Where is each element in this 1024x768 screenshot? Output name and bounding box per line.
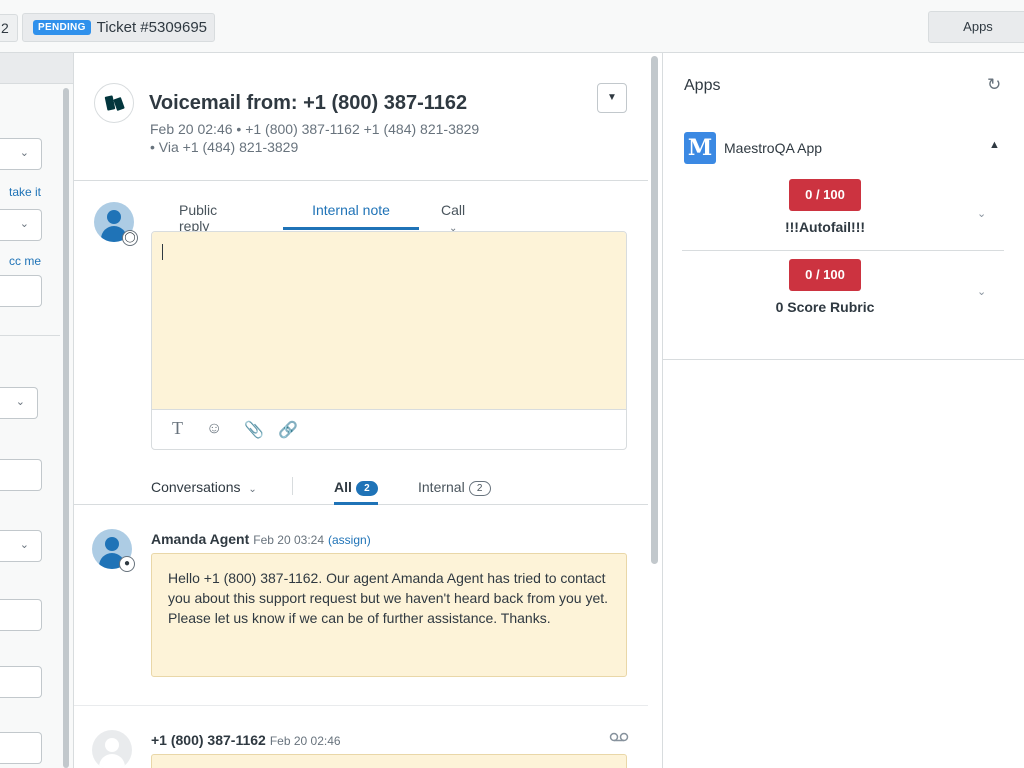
previous-ticket-tab[interactable]: 2 [0, 14, 18, 42]
app-name: MaestroQA App [724, 140, 823, 156]
chevron-down-icon[interactable]: ⌄ [977, 207, 986, 220]
agent-role-icon: ◯ [122, 230, 138, 246]
all-count-badge: 2 [355, 481, 378, 496]
properties-header [0, 53, 73, 84]
group-field[interactable]: ⌄ [0, 530, 42, 562]
ticket-meta: Feb 20 02:46 • +1 (800) 387-1162 +1 (484… [150, 120, 479, 156]
author-name[interactable]: +1 (800) 387-1162 [151, 732, 266, 748]
avatar [92, 730, 132, 768]
chevron-down-icon: ⌄ [19, 147, 29, 159]
assignee-field[interactable]: ⌄ [0, 209, 42, 241]
conversation-panel: Voicemail from: +1 (800) 387-1162 Feb 20… [74, 53, 648, 768]
conversation-event: ● Amanda Agent Feb 20 03:24 (assign) Hello… [74, 505, 648, 705]
internal-note-editor[interactable]: T ☺ 📎 🔗 [151, 231, 627, 450]
filter-all[interactable]: All 2 [334, 479, 378, 505]
conversation-filters: Conversations ⌄ All 2 Internal 2 [74, 473, 648, 505]
internal-note-message: Hello +1 (800) 387-1162. Our agent Amand… [151, 553, 627, 677]
conversations-dropdown[interactable]: Conversations ⌄ [151, 479, 257, 495]
conversations-label: Conversations [151, 479, 241, 495]
apps-panel: Apps ↻ M MaestroQA App ▲ 0 / 100 !!!Auto… [662, 53, 1024, 768]
divider [292, 477, 293, 495]
ccs-field[interactable] [0, 275, 42, 307]
author-name[interactable]: Amanda Agent [151, 531, 249, 547]
ticket-header: Voicemail from: +1 (800) 387-1162 Feb 20… [74, 53, 648, 181]
ticket-properties-panel: ⌄ take it ⌄ cc me ⌄ ⌄ [0, 53, 74, 768]
voice-channel-icon [94, 83, 134, 123]
divider [682, 250, 1004, 251]
emoji-icon[interactable]: ☺ [206, 420, 222, 438]
top-bar: 2 PENDING Ticket #5309695 Apps [0, 0, 1024, 53]
event-author: +1 (800) 387-1162 Feb 20 02:46 [151, 732, 341, 748]
requester-field[interactable]: ⌄ [0, 138, 42, 170]
event-author: Amanda Agent Feb 20 03:24 (assign) [151, 531, 371, 547]
tags-field[interactable] [0, 599, 42, 631]
apps-button[interactable]: Apps [928, 11, 1024, 43]
score-badge: 0 / 100 [789, 179, 861, 211]
tab-call[interactable]: Call ⌄ [441, 202, 466, 234]
chevron-down-icon: ⌄ [19, 218, 29, 230]
refresh-icon[interactable]: ↻ [987, 75, 1001, 95]
rubric-name[interactable]: 0 Score Rubric [725, 299, 925, 315]
chevron-down-icon: ⌄ [15, 396, 25, 408]
chevron-down-icon[interactable]: ⌄ [977, 285, 986, 298]
chevron-down-icon: ⌄ [19, 539, 29, 551]
agent-role-icon: ● [119, 556, 135, 572]
ticket-options-button[interactable]: ▼ [597, 83, 627, 113]
voicemail-icon [609, 732, 629, 742]
internal-count-badge: 2 [468, 481, 491, 496]
tab-public-reply[interactable]: Public reply [179, 202, 217, 234]
chevron-up-icon[interactable]: ▲ [989, 139, 1000, 151]
note-text-area[interactable] [152, 232, 626, 410]
priority-field[interactable] [0, 459, 42, 491]
link-icon[interactable]: 🔗 [278, 420, 298, 440]
conversation-event: +1 (800) 387-1162 Feb 20 02:46 [74, 706, 648, 768]
text-caret [162, 244, 163, 260]
chevron-down-icon: ⌄ [248, 484, 257, 495]
take-it-link[interactable]: take it [9, 185, 41, 199]
tab-internal-note[interactable]: Internal note [283, 202, 419, 230]
score-badge: 0 / 100 [789, 259, 861, 291]
divider [0, 335, 60, 336]
divider [663, 359, 1024, 360]
filter-internal[interactable]: Internal 2 [418, 479, 491, 505]
ticket-subject: Voicemail from: +1 (800) 387-1162 [149, 92, 468, 114]
conversation-scrollbar[interactable] [651, 56, 658, 564]
rubric-name[interactable]: !!!Autofail!!! [725, 219, 925, 235]
ticket-tab[interactable]: PENDING Ticket #5309695 [22, 13, 215, 42]
filter-all-label: All [334, 479, 352, 495]
ticket-meta-line: Feb 20 02:46 • +1 (800) 387-1162 +1 (484… [150, 121, 480, 137]
ticket-meta-via: • Via +1 (484) 821-3829 [150, 139, 299, 155]
apps-panel-title: Apps [684, 77, 721, 94]
assign-link[interactable]: (assign) [328, 533, 371, 547]
ticket-tab-title: Ticket #5309695 [96, 19, 208, 36]
attachment-icon[interactable]: 📎 [244, 420, 264, 440]
chevron-down-icon: ▼ [607, 92, 617, 103]
filter-internal-label: Internal [418, 479, 465, 495]
custom-field[interactable] [0, 666, 42, 698]
text-format-icon[interactable]: T [172, 418, 183, 439]
properties-scrollbar[interactable] [63, 88, 69, 768]
tab-call-label: Call [441, 202, 466, 218]
custom-field[interactable] [0, 732, 42, 764]
event-timestamp[interactable]: Feb 20 03:24 [253, 533, 324, 547]
cc-me-link[interactable]: cc me [9, 254, 41, 268]
status-badge: PENDING [33, 20, 91, 35]
type-field[interactable]: ⌄ [0, 387, 38, 419]
maestroqa-logo-icon: M [684, 132, 716, 164]
voicemail-message [151, 754, 627, 768]
event-timestamp[interactable]: Feb 20 02:46 [270, 734, 341, 748]
